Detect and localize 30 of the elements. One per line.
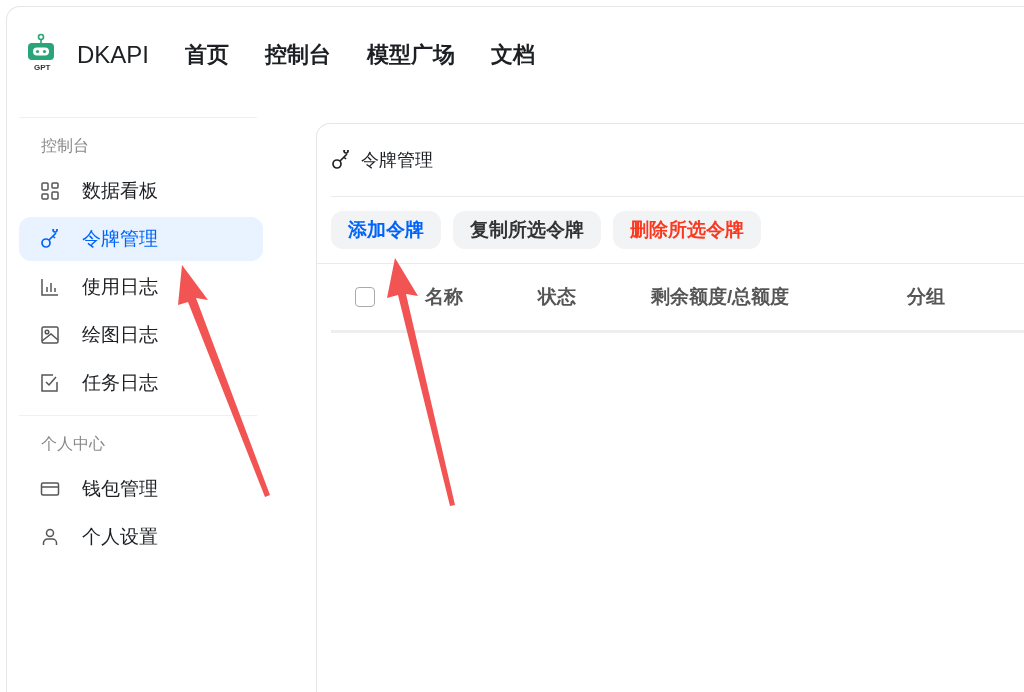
grid-icon <box>40 181 60 201</box>
panel-title: 令牌管理 <box>361 149 433 172</box>
key-icon <box>331 150 351 170</box>
sidebar-section-title: 控制台 <box>19 117 257 167</box>
key-icon <box>40 229 60 249</box>
wallet-icon <box>40 479 60 499</box>
column-header: 名称 <box>425 285 464 309</box>
sidebar-item[interactable]: 钱包管理 <box>19 467 263 511</box>
column-header: 剩余额度/总额度 <box>651 285 791 309</box>
bar-chart-icon <box>40 277 60 297</box>
action-button[interactable]: 复制所选令牌 <box>453 211 601 249</box>
nav-link[interactable]: 文档 <box>491 39 536 70</box>
select-all-checkbox[interactable] <box>355 287 375 307</box>
sidebar-item[interactable]: 使用日志 <box>19 265 263 309</box>
user-icon <box>40 527 60 547</box>
column-header: 分组 <box>907 285 945 309</box>
sidebar-item[interactable]: 令牌管理 <box>19 217 263 261</box>
sidebar-item[interactable]: 个人设置 <box>19 515 263 559</box>
brand-name[interactable]: DKAPI <box>77 40 150 69</box>
sidebar-item[interactable]: 绘图日志 <box>19 313 263 357</box>
nav-link[interactable]: 控制台 <box>265 39 332 70</box>
sidebar-item[interactable]: 任务日志 <box>19 361 263 405</box>
sidebar-item[interactable]: 数据看板 <box>19 169 263 213</box>
nav-link[interactable]: 模型广场 <box>367 39 456 70</box>
image-icon <box>40 325 60 345</box>
column-header: 状态 <box>538 285 577 309</box>
action-button[interactable]: 添加令牌 <box>331 211 441 249</box>
nav-link[interactable]: 首页 <box>185 39 230 70</box>
logo-caption: GPT <box>34 63 51 72</box>
checkbox-icon <box>40 373 60 393</box>
